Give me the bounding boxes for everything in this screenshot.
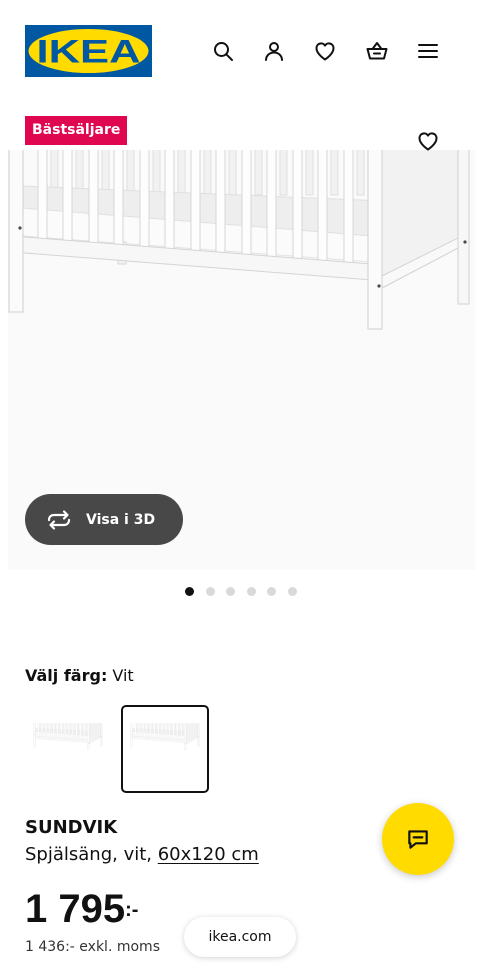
heart-icon[interactable] [313, 39, 337, 63]
url-chip[interactable]: ikea.com [184, 917, 296, 957]
search-icon[interactable] [211, 39, 235, 63]
account-button[interactable] [262, 39, 286, 63]
color-option[interactable] [24, 705, 112, 793]
carousel-pagination [185, 587, 297, 596]
color-value: Vit [112, 666, 134, 685]
carousel-dot[interactable] [246, 587, 256, 596]
color-label: Välj färg: [25, 666, 108, 685]
menu-icon[interactable] [416, 39, 440, 63]
view-in-3d-button[interactable]: Visa i 3D [25, 494, 183, 545]
cart-button[interactable] [365, 39, 389, 63]
search-button[interactable] [211, 39, 235, 63]
carousel-dot[interactable] [287, 587, 297, 596]
product-image[interactable] [0, 150, 480, 490]
product-name: SUNDVIK [25, 817, 118, 838]
ikea-logo[interactable]: IKEA [25, 25, 152, 77]
price-excl-vat: 1 436:- exkl. moms [25, 939, 160, 955]
chat-button[interactable] [382, 803, 454, 875]
color-selector-label: Välj färg: Vit [25, 666, 134, 686]
product-type: Spjälsäng, vit, [25, 844, 158, 865]
carousel-dot[interactable] [226, 587, 235, 596]
price-suffix: :- [125, 899, 139, 921]
menu-button[interactable] [416, 39, 440, 63]
rotate-icon [47, 509, 71, 530]
basket-icon[interactable] [365, 39, 389, 63]
person-icon[interactable] [262, 39, 286, 63]
chat-icon[interactable] [405, 826, 431, 852]
view-in-3d-label: Visa i 3D [86, 511, 156, 528]
color-option-thumbnail [129, 723, 201, 774]
logo-text: IKEA [37, 34, 141, 70]
price-amount: 1 795 [25, 887, 126, 931]
product-price: 1 795:- [25, 886, 138, 933]
heart-icon[interactable] [416, 129, 440, 153]
color-option-thumbnail [32, 723, 104, 774]
bestseller-badge: Bästsäljare [25, 116, 128, 145]
carousel-dot[interactable] [185, 587, 194, 596]
color-option[interactable] [121, 705, 209, 793]
save-to-list-button[interactable] [416, 129, 440, 153]
product-description: Spjälsäng, vit, 60x120 cm [25, 843, 259, 867]
carousel-dot[interactable] [267, 587, 276, 596]
favourites-button[interactable] [313, 39, 337, 63]
carousel-dot[interactable] [205, 587, 215, 596]
product-size-link[interactable]: 60x120 cm [158, 844, 259, 865]
